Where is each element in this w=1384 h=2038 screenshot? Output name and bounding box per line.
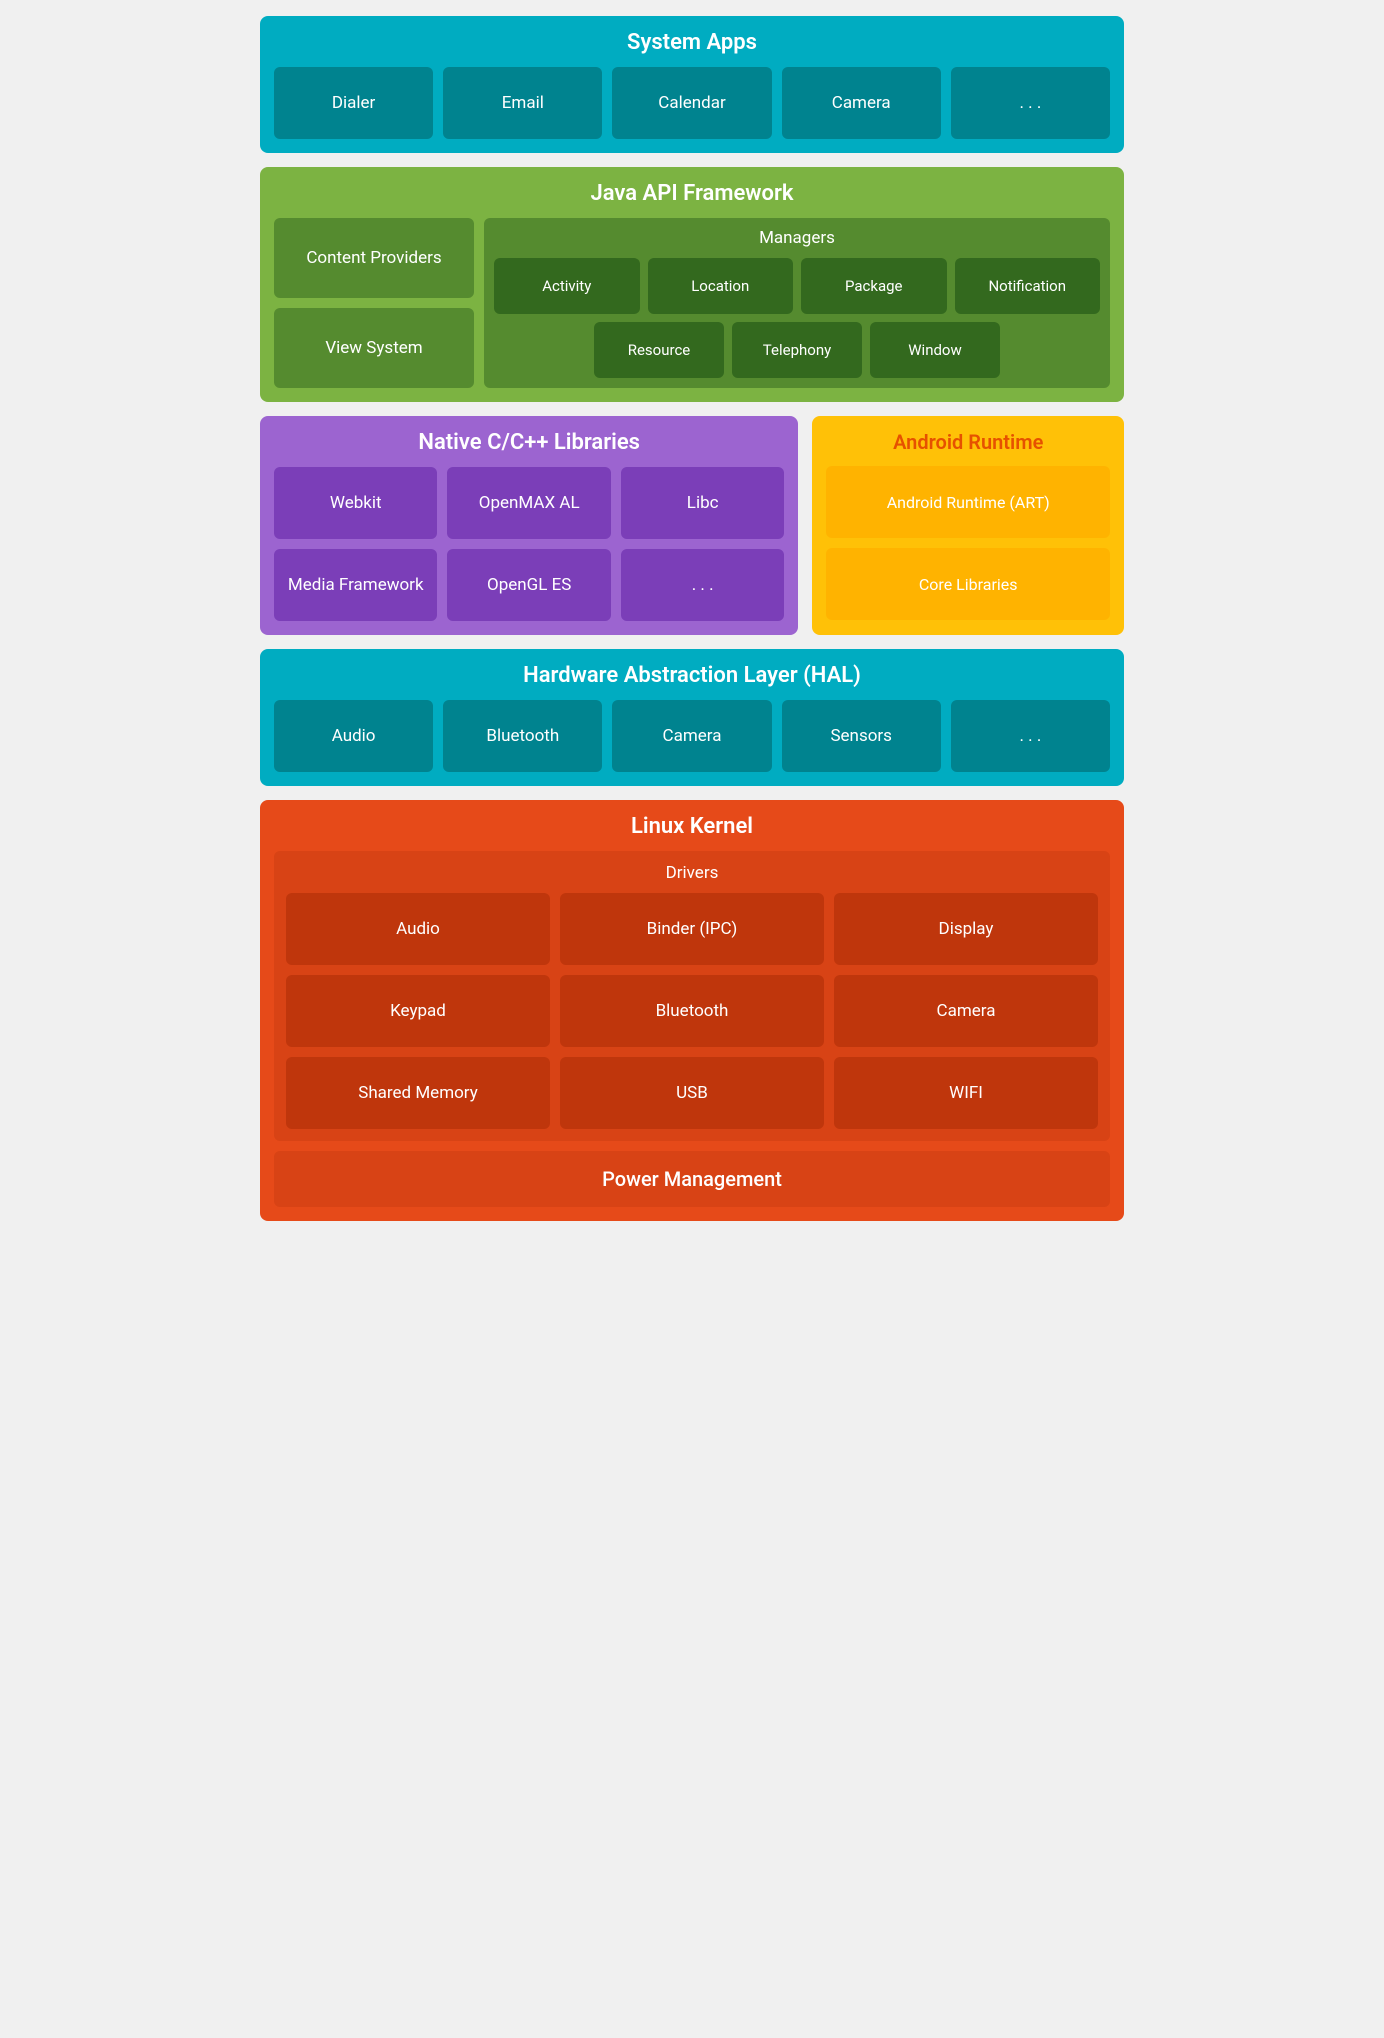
tile-content-providers: Content Providers: [274, 218, 474, 298]
system-apps-title: System Apps: [274, 30, 1110, 55]
system-apps-layer: System Apps Dialer Email Calendar Camera…: [260, 16, 1124, 153]
tile-driver-bluetooth: Bluetooth: [560, 975, 824, 1047]
tile-art: Android Runtime (ART): [826, 466, 1110, 538]
tile-hal-more: . . .: [951, 700, 1110, 772]
power-management-tile: Power Management: [274, 1151, 1110, 1207]
tile-native-more: . . .: [621, 549, 784, 621]
tile-location: Location: [648, 258, 794, 314]
tile-driver-display: Display: [834, 893, 1098, 965]
java-api-content: Content Providers View System Managers A…: [274, 218, 1110, 388]
drivers-title: Drivers: [286, 863, 1098, 883]
tile-hal-audio: Audio: [274, 700, 433, 772]
tile-resource: Resource: [594, 322, 724, 378]
java-api-layer: Java API Framework Content Providers Vie…: [260, 167, 1124, 402]
tile-webkit: Webkit: [274, 467, 437, 539]
tile-camera: Camera: [782, 67, 941, 139]
tile-opengl: OpenGL ES: [447, 549, 610, 621]
tile-hal-camera: Camera: [612, 700, 771, 772]
tile-driver-shared-memory: Shared Memory: [286, 1057, 550, 1129]
runtime-tiles: Android Runtime (ART) Core Libraries: [826, 466, 1110, 620]
tile-driver-wifi: WIFI: [834, 1057, 1098, 1129]
managers-row1: Activity Location Package Notification: [494, 258, 1100, 314]
native-grid: Webkit OpenMAX AL Libc Media Framework O…: [274, 467, 784, 621]
native-layer: Native C/C++ Libraries Webkit OpenMAX AL…: [260, 416, 798, 635]
tile-driver-audio: Audio: [286, 893, 550, 965]
java-api-left: Content Providers View System: [274, 218, 474, 388]
tile-libc: Libc: [621, 467, 784, 539]
tile-email: Email: [443, 67, 602, 139]
tile-driver-keypad: Keypad: [286, 975, 550, 1047]
system-apps-row: Dialer Email Calendar Camera . . .: [274, 67, 1110, 139]
hal-row: Audio Bluetooth Camera Sensors . . .: [274, 700, 1110, 772]
tile-view-system: View System: [274, 308, 474, 388]
java-api-title: Java API Framework: [274, 181, 1110, 206]
managers-row2: Resource Telephony Window: [494, 322, 1100, 378]
hal-title: Hardware Abstraction Layer (HAL): [274, 663, 1110, 688]
tile-openmax: OpenMAX AL: [447, 467, 610, 539]
native-title: Native C/C++ Libraries: [274, 430, 784, 455]
native-runtime-row: Native C/C++ Libraries Webkit OpenMAX AL…: [260, 416, 1124, 635]
tile-calendar: Calendar: [612, 67, 771, 139]
tile-more: . . .: [951, 67, 1110, 139]
drivers-box: Drivers Audio Binder (IPC) Display Keypa…: [274, 851, 1110, 1141]
kernel-title: Linux Kernel: [274, 814, 1110, 839]
tile-window: Window: [870, 322, 1000, 378]
hal-layer: Hardware Abstraction Layer (HAL) Audio B…: [260, 649, 1124, 786]
tile-hal-bluetooth: Bluetooth: [443, 700, 602, 772]
kernel-layer: Linux Kernel Drivers Audio Binder (IPC) …: [260, 800, 1124, 1221]
tile-activity: Activity: [494, 258, 640, 314]
tile-media-framework: Media Framework: [274, 549, 437, 621]
tile-package: Package: [801, 258, 947, 314]
tile-notification: Notification: [955, 258, 1101, 314]
drivers-grid: Audio Binder (IPC) Display Keypad Blueto…: [286, 893, 1098, 1129]
java-api-right: Managers Activity Location Package Notif…: [484, 218, 1110, 388]
tile-dialer: Dialer: [274, 67, 433, 139]
tile-driver-binder: Binder (IPC): [560, 893, 824, 965]
tile-core-libraries: Core Libraries: [826, 548, 1110, 620]
tile-hal-sensors: Sensors: [782, 700, 941, 772]
tile-driver-camera: Camera: [834, 975, 1098, 1047]
tile-telephony: Telephony: [732, 322, 862, 378]
managers-title: Managers: [494, 228, 1100, 248]
runtime-layer: Android Runtime Android Runtime (ART) Co…: [812, 416, 1124, 635]
runtime-title: Android Runtime: [826, 430, 1110, 454]
tile-driver-usb: USB: [560, 1057, 824, 1129]
